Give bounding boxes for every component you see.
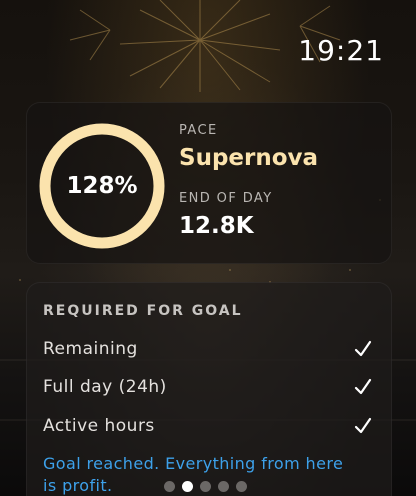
page-dot-active[interactable] xyxy=(182,480,193,492)
status-time: 19:21 xyxy=(298,34,384,67)
pace-label: PACE xyxy=(179,123,218,138)
checkmark-icon xyxy=(354,340,372,357)
pace-card[interactable]: 128% PACE Supernova END OF DAY 12.8K xyxy=(26,102,392,264)
page-dot[interactable] xyxy=(236,480,247,492)
pace-name: Supernova xyxy=(179,145,319,171)
checkmark-icon xyxy=(354,378,372,395)
progress-percent: 128% xyxy=(66,173,138,199)
goal-row-label: Full day (24h) xyxy=(43,377,167,397)
page-indicator[interactable] xyxy=(164,480,254,492)
goal-card-title: REQUIRED FOR GOAL xyxy=(43,303,243,319)
end-of-day-value: 12.8K xyxy=(179,213,254,239)
goal-row-remaining: Remaining xyxy=(43,339,373,363)
goal-row-full-day: Full day (24h) xyxy=(43,377,373,401)
checkmark-icon xyxy=(354,417,372,434)
goal-row-label: Remaining xyxy=(43,339,138,359)
goal-card[interactable]: REQUIRED FOR GOAL Remaining Full day (24… xyxy=(26,282,392,496)
progress-ring: 128% xyxy=(37,121,167,251)
goal-row-active-hours: Active hours xyxy=(43,416,373,440)
page-dot[interactable] xyxy=(218,480,229,492)
page-dot[interactable] xyxy=(200,480,211,492)
end-of-day-label: END OF DAY xyxy=(179,191,273,206)
page-dot[interactable] xyxy=(164,480,175,492)
goal-row-label: Active hours xyxy=(43,416,155,436)
watch-screen: 19:21 128% PACE Supernova END OF DAY 12.… xyxy=(0,0,416,496)
